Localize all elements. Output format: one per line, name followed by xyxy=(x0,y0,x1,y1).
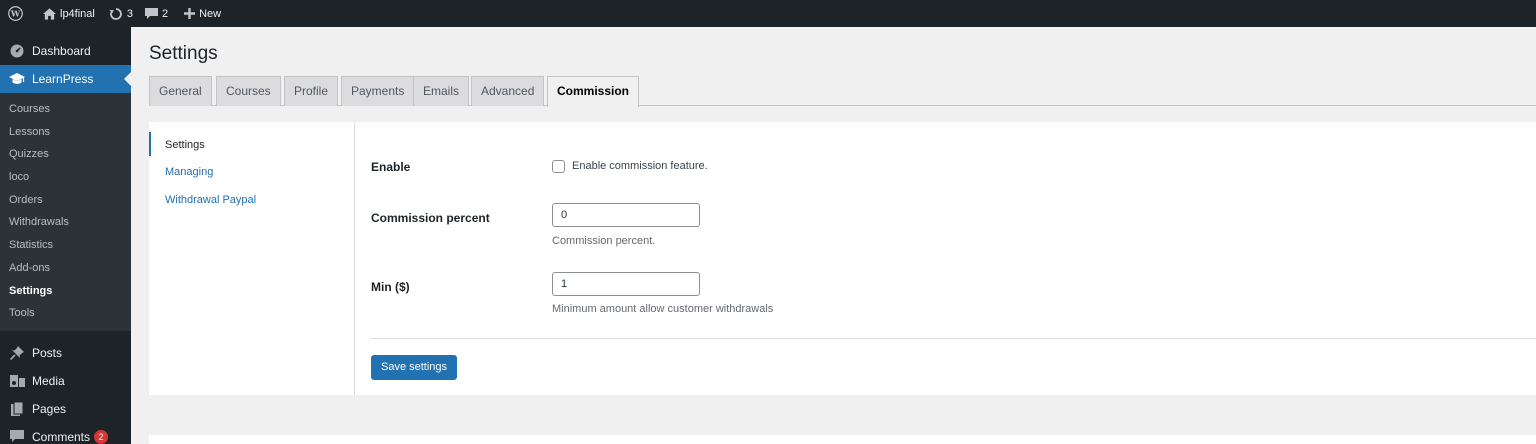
svg-text:W: W xyxy=(10,9,21,19)
menu-learnpress-label: LearnPress xyxy=(32,72,94,86)
submenu-quizzes[interactable]: Quizzes xyxy=(0,143,131,166)
commission-percent-input[interactable]: 0 xyxy=(552,203,700,227)
comments-link[interactable]: 2 xyxy=(139,0,174,27)
learnpress-submenu: Courses Lessons Quizzes loco Orders With… xyxy=(0,93,131,331)
admin-sidebar: Dashboard LearnPress Courses Lessons Qui… xyxy=(0,27,131,444)
admin-bar: W lp4final 3 2 New xyxy=(0,0,1536,27)
enable-commission-checkbox-label[interactable]: Enable commission feature. xyxy=(572,160,708,172)
submenu-tools[interactable]: Tools xyxy=(0,302,131,325)
menu-comments[interactable]: Comments 2 xyxy=(0,423,131,444)
pages-icon xyxy=(9,401,25,417)
min-amount-label: Min ($) xyxy=(371,280,410,294)
tab-profile[interactable]: Profile xyxy=(284,76,339,106)
menu-comments-label: Comments xyxy=(32,429,91,444)
menu-posts-label: Posts xyxy=(32,345,63,360)
subnav-settings[interactable]: Settings xyxy=(165,139,205,151)
commission-form: Enable Enable commission feature. Commis… xyxy=(371,122,1536,395)
graduation-cap-icon xyxy=(9,71,25,87)
menu-pages-label: Pages xyxy=(32,401,67,416)
tab-payments[interactable]: Payments xyxy=(341,76,415,106)
submenu-orders[interactable]: Orders xyxy=(0,189,131,212)
home-icon xyxy=(43,7,56,20)
secondary-panel xyxy=(149,435,1536,444)
menu-media[interactable]: Media xyxy=(0,367,131,395)
submenu-loco[interactable]: loco xyxy=(0,166,131,189)
main-content: Settings General Courses Profile Payment… xyxy=(131,27,1536,444)
menu-dashboard-label: Dashboard xyxy=(32,44,91,58)
form-divider xyxy=(371,338,1536,339)
commission-percent-description: Commission percent. xyxy=(552,235,656,247)
plus-icon xyxy=(184,8,196,19)
submenu-withdrawals[interactable]: Withdrawals xyxy=(0,211,131,234)
tab-courses[interactable]: Courses xyxy=(216,76,281,106)
min-amount-description: Minimum amount allow customer withdrawal… xyxy=(552,303,774,315)
comments-count: 2 xyxy=(161,7,169,20)
save-settings-button[interactable]: Save settings xyxy=(371,355,458,380)
tab-emails[interactable]: Emails xyxy=(413,76,470,106)
settings-subnav: Settings Managing Withdrawal Paypal xyxy=(149,122,355,395)
submenu-add-ons[interactable]: Add-ons xyxy=(0,257,131,280)
subnav-active-indicator xyxy=(149,132,151,156)
subnav-managing[interactable]: Managing xyxy=(165,166,213,178)
submenu-settings[interactable]: Settings xyxy=(0,280,131,303)
wordpress-logo-icon[interactable]: W xyxy=(0,0,29,27)
submenu-courses[interactable]: Courses xyxy=(0,98,131,121)
media-icon xyxy=(9,373,25,389)
updates-link[interactable]: 3 xyxy=(103,0,139,27)
comments-badge: 2 xyxy=(94,429,109,444)
new-label: New xyxy=(199,7,222,20)
site-name-link[interactable]: lp4final xyxy=(37,0,101,27)
commission-percent-label: Commission percent xyxy=(371,211,490,225)
menu-media-label: Media xyxy=(32,373,65,388)
site-name: lp4final xyxy=(60,7,95,20)
dashboard-icon xyxy=(9,43,25,59)
tab-advanced[interactable]: Advanced xyxy=(471,76,545,106)
page-title: Settings xyxy=(149,43,218,64)
submenu-statistics[interactable]: Statistics xyxy=(0,234,131,257)
min-amount-input[interactable]: 1 xyxy=(552,272,700,296)
comment-icon xyxy=(9,429,25,444)
subnav-withdrawal-paypal[interactable]: Withdrawal Paypal xyxy=(165,194,256,206)
menu-dashboard[interactable]: Dashboard xyxy=(0,37,131,65)
submenu-lessons[interactable]: Lessons xyxy=(0,121,131,144)
enable-label: Enable xyxy=(371,160,411,174)
settings-tabs: General Courses Profile Payments Emails … xyxy=(149,76,1536,107)
menu-pages[interactable]: Pages xyxy=(0,395,131,423)
updates-icon xyxy=(109,7,123,21)
menu-learnpress[interactable]: LearnPress xyxy=(0,65,131,93)
settings-panel: Settings Managing Withdrawal Paypal Enab… xyxy=(149,122,1536,395)
tab-general[interactable]: General xyxy=(149,76,212,106)
enable-commission-checkbox[interactable] xyxy=(552,160,565,173)
pushpin-icon xyxy=(9,345,25,361)
comment-icon xyxy=(144,7,158,20)
menu-posts[interactable]: Posts xyxy=(0,339,131,367)
tab-commission[interactable]: Commission xyxy=(547,76,640,107)
updates-count: 3 xyxy=(126,7,133,20)
new-content-link[interactable]: New xyxy=(178,0,227,27)
